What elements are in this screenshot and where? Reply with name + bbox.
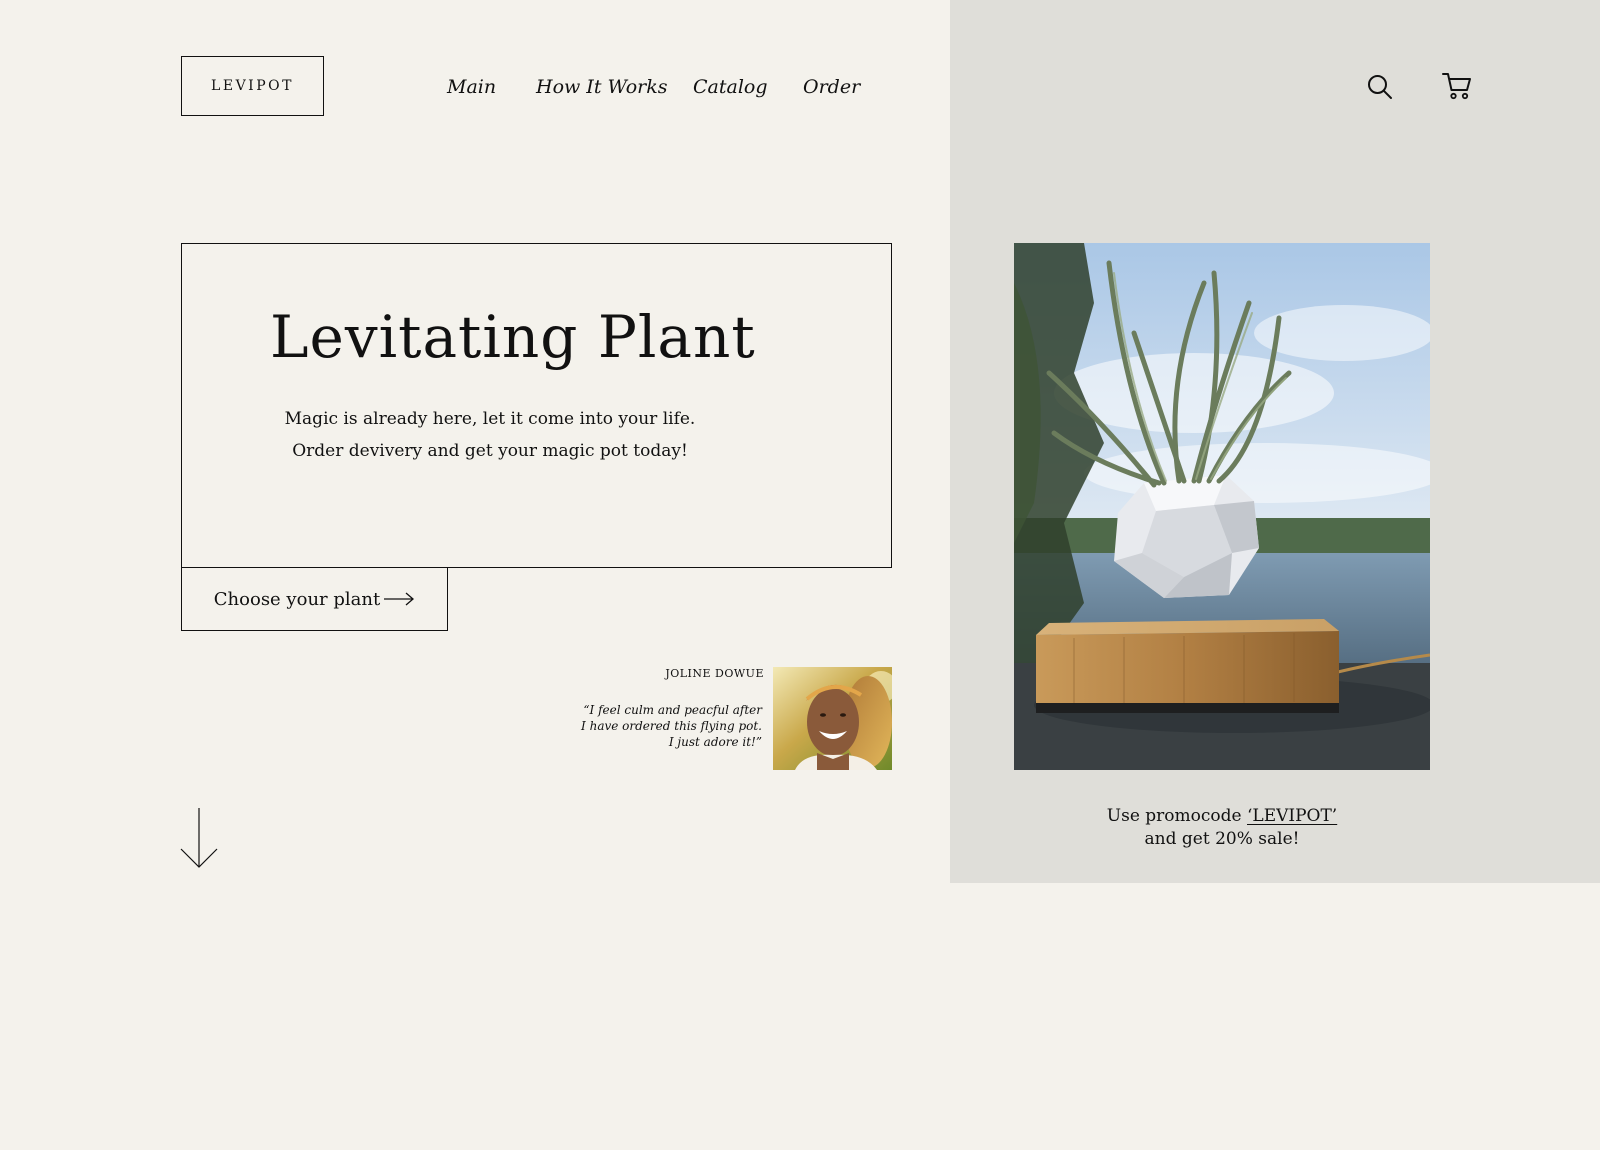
reviewer-name: JOLINE DOWUE (665, 667, 764, 680)
promo-line1: Use promocode ‘LEVIPOT’ (1062, 805, 1382, 828)
hero-subtitle-line1: Magic is already here, let it come into … (284, 409, 696, 429)
cart-icon[interactable] (1440, 70, 1474, 102)
choose-plant-label: Choose your plant (213, 588, 381, 610)
reviewer-avatar (773, 667, 892, 770)
promo-prefix: Use promocode (1106, 806, 1247, 826)
testimonial-quote: “I feel culm and peacful after I have or… (540, 702, 762, 750)
nav-item-order[interactable]: Order (803, 76, 860, 98)
promo-line2: and get 20% sale! (1144, 829, 1300, 849)
hero-frame (181, 243, 892, 568)
nav-item-main[interactable]: Main (447, 76, 496, 98)
hero-subtitle-line2: Order devivery and get your magic pot to… (292, 441, 688, 461)
scroll-down-arrow-icon[interactable] (180, 807, 220, 873)
arrow-right-icon (383, 591, 415, 607)
main-nav: Main How It Works Catalog Order (0, 74, 950, 100)
product-image (1014, 243, 1430, 770)
promo-text: Use promocode ‘LEVIPOT’ and get 20% sale… (1062, 805, 1382, 851)
quote-line: I just adore it!” (668, 735, 762, 749)
nav-item-catalog[interactable]: Catalog (693, 76, 768, 98)
quote-line: “I feel culm and peacful after (583, 703, 762, 717)
quote-line: I have ordered this flying pot. (581, 719, 762, 733)
promo-code[interactable]: ‘LEVIPOT’ (1247, 806, 1337, 826)
search-icon[interactable] (1365, 72, 1395, 102)
hero-title: Levitating Plant (270, 303, 756, 371)
nav-item-how-it-works[interactable]: How It Works (536, 76, 668, 98)
choose-plant-button[interactable]: Choose your plant (181, 567, 448, 631)
